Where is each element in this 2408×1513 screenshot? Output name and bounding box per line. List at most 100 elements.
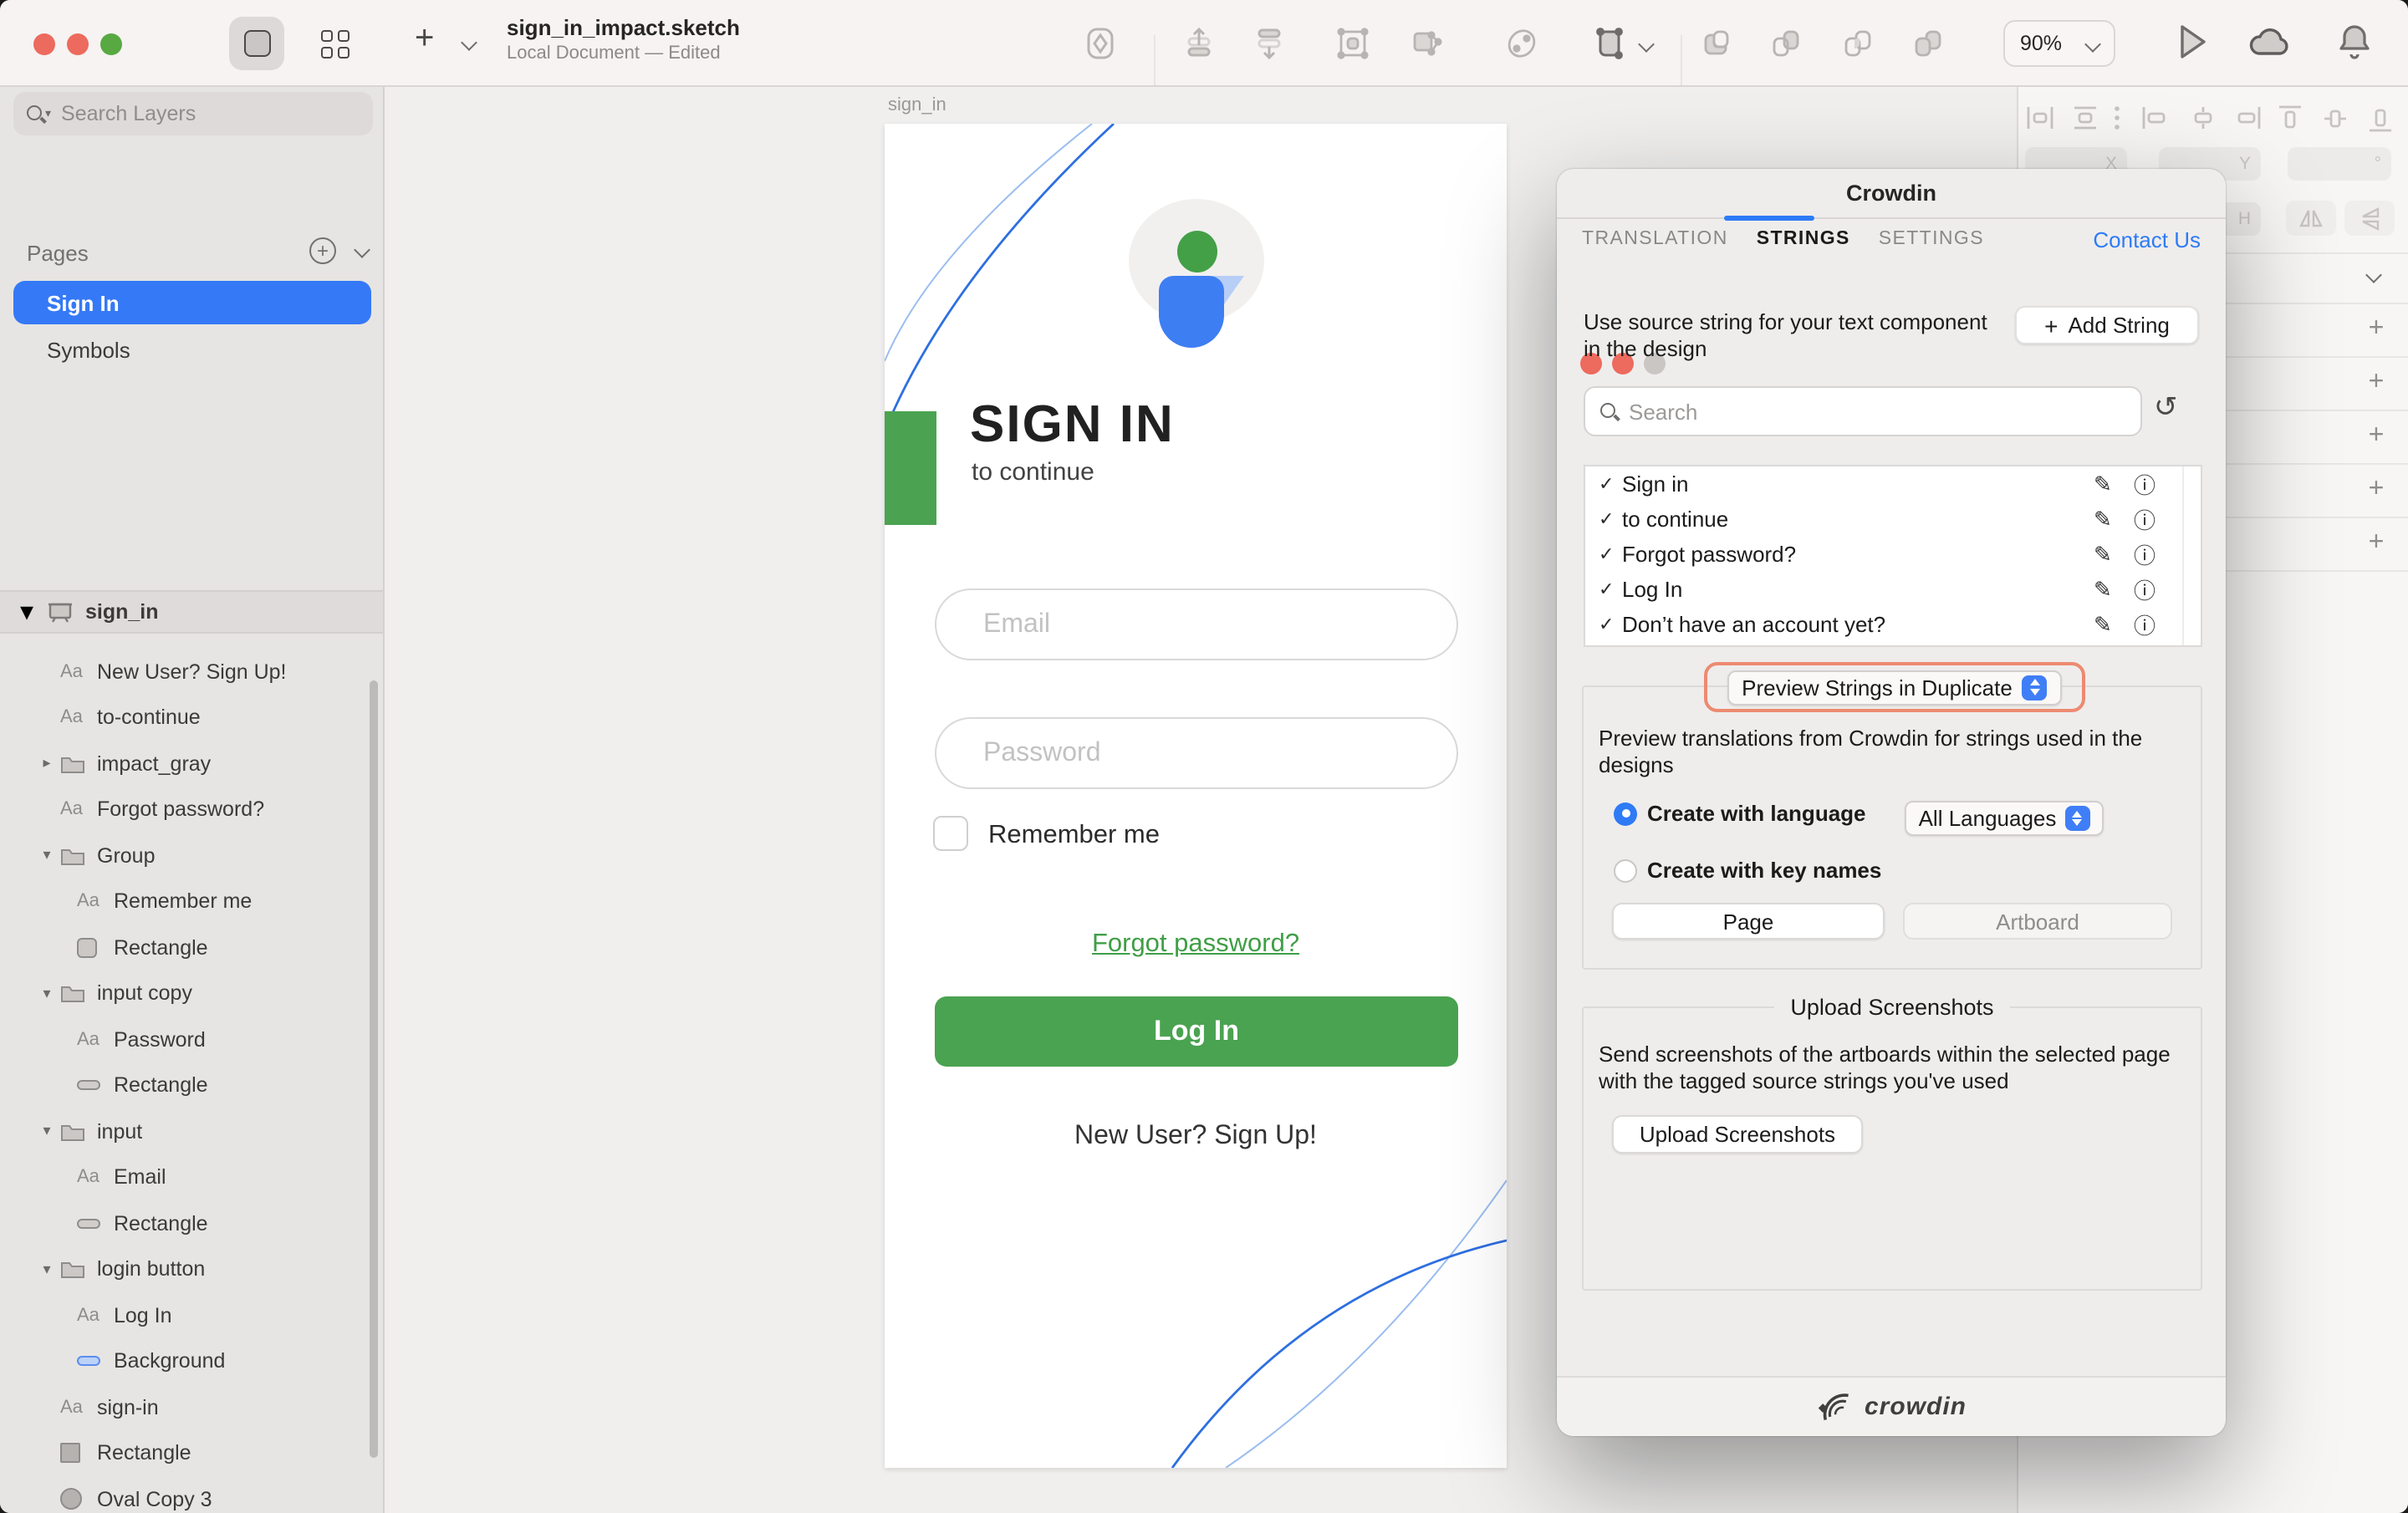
layer-row[interactable]: AaPassword — [0, 1016, 383, 1062]
chevron-down-icon[interactable]: ▾ — [33, 1123, 60, 1141]
add-page-icon[interactable]: + — [309, 237, 336, 264]
log-in-button[interactable]: Log In — [935, 996, 1458, 1067]
tab-settings[interactable]: SETTINGS — [1879, 229, 1984, 249]
artboard-title-label[interactable]: sign_in — [888, 95, 946, 115]
radio-unselected-icon[interactable] — [1614, 858, 1637, 882]
layer-row[interactable]: Aasign-in — [0, 1384, 383, 1430]
align-right-icon[interactable] — [2232, 105, 2261, 139]
chevron-down-icon[interactable]: ▾ — [20, 595, 40, 629]
layer-row[interactable]: ▾login button — [0, 1246, 383, 1292]
layer-row[interactable]: Rectangle — [0, 1200, 383, 1246]
chevron-right-icon[interactable]: ▸ — [33, 755, 60, 773]
chevron-down-icon[interactable]: ▾ — [33, 847, 60, 865]
minimize-window-icon[interactable] — [67, 33, 89, 55]
pages-collapse-chevron-icon[interactable] — [354, 242, 370, 258]
zoom-window-icon[interactable] — [100, 33, 122, 55]
search-input[interactable] — [61, 102, 329, 125]
components-view-toggle-button[interactable] — [308, 17, 363, 70]
upload-screenshots-button[interactable]: Upload Screenshots — [1612, 1115, 1863, 1154]
edit-string-icon[interactable]: ✎ — [2094, 541, 2112, 568]
create-with-key-names-option[interactable]: Create with key names — [1614, 858, 1881, 883]
preview-play-button[interactable] — [2174, 22, 2211, 70]
string-info-icon[interactable]: ⓘ — [2134, 468, 2155, 500]
layer-row[interactable]: AaLog In — [0, 1292, 383, 1338]
string-row[interactable]: ✓ Sign in ✎ ⓘ — [1585, 466, 2201, 502]
zoom-select[interactable]: 90% — [2003, 20, 2115, 67]
more-options-dots-icon[interactable] — [2114, 105, 2120, 139]
layer-row[interactable]: ▸impact_gray — [0, 741, 383, 787]
layer-search-field[interactable]: ▾ — [13, 92, 373, 135]
layer-row[interactable]: ▾Group — [0, 833, 383, 879]
move-forward-icon[interactable] — [1171, 17, 1227, 70]
string-row[interactable]: ✓ Log In ✎ ⓘ — [1585, 573, 2201, 608]
string-row[interactable]: ✓ to continue ✎ ⓘ — [1585, 502, 2201, 537]
contact-us-link[interactable]: Contact Us — [2093, 227, 2201, 252]
radio-selected-icon[interactable] — [1614, 802, 1637, 825]
align-bottom-icon[interactable] — [2368, 105, 2393, 140]
sign-up-text[interactable]: New User? Sign Up! — [885, 1122, 1507, 1152]
strings-search-input[interactable] — [1629, 399, 2097, 424]
create-with-language-option[interactable]: Create with language — [1614, 801, 1866, 826]
layer-row[interactable]: Oval Copy 3 — [0, 1476, 383, 1513]
sidebar-page-sign-in[interactable]: Sign In — [13, 281, 371, 324]
distribute-horizontally-icon[interactable] — [2027, 105, 2053, 139]
edit-shape-icon[interactable] — [1582, 17, 1639, 70]
edit-string-icon[interactable]: ✎ — [2094, 577, 2112, 604]
layer-row[interactable]: AaNew User? Sign Up! — [0, 649, 383, 695]
layer-row[interactable]: ▾input copy — [0, 970, 383, 1016]
group-icon[interactable] — [1324, 17, 1381, 70]
ungroup-icon[interactable] — [1398, 17, 1455, 70]
subtract-icon[interactable] — [1758, 17, 1814, 70]
layer-row[interactable]: Rectangle — [0, 1430, 383, 1476]
edit-string-icon[interactable]: ✎ — [2094, 471, 2112, 497]
tab-translation[interactable]: TRANSLATION — [1582, 229, 1728, 249]
layer-row[interactable]: Aato-continue — [0, 695, 383, 741]
symbol-diamond-icon[interactable] — [1072, 17, 1129, 70]
add-style-button[interactable]: + — [2363, 475, 2390, 505]
forgot-password-link[interactable]: Forgot password? — [885, 930, 1507, 960]
chevron-down-icon[interactable]: ▾ — [33, 985, 60, 1003]
align-left-icon[interactable] — [2142, 105, 2171, 139]
add-style-button[interactable]: + — [2363, 421, 2390, 451]
layer-row[interactable]: ▾input — [0, 1108, 383, 1154]
refresh-icon[interactable]: ↻ — [2154, 391, 2178, 425]
notifications-bell-button[interactable] — [2336, 22, 2373, 70]
move-backward-icon[interactable] — [1241, 17, 1298, 70]
page-button[interactable]: Page — [1612, 903, 1885, 940]
edit-shape-chevron-icon[interactable] — [1638, 36, 1655, 53]
remember-me-checkbox[interactable] — [933, 816, 968, 851]
union-icon[interactable] — [1687, 17, 1744, 70]
layer-row[interactable]: AaForgot password? — [0, 787, 383, 833]
layer-row[interactable]: AaRemember me — [0, 879, 383, 925]
email-field[interactable]: Email — [935, 588, 1458, 660]
preview-strings-dropdown[interactable]: Preview Strings in Duplicate — [1727, 670, 2062, 705]
difference-icon[interactable] — [1900, 17, 1956, 70]
sidebar-page-symbols[interactable]: Symbols — [13, 328, 371, 371]
edit-string-icon[interactable]: ✎ — [2094, 506, 2112, 532]
password-field[interactable]: Password — [935, 717, 1458, 789]
canvas-view-toggle-button[interactable] — [229, 17, 284, 70]
add-style-button[interactable]: + — [2363, 368, 2390, 398]
layer-row[interactable]: Background — [0, 1338, 383, 1384]
cloud-sync-button[interactable] — [2246, 27, 2296, 69]
strings-list-scrollbar[interactable] — [2182, 466, 2201, 645]
edit-string-icon[interactable]: ✎ — [2094, 612, 2112, 639]
sidebar-scrollbar[interactable] — [370, 680, 378, 1458]
string-row[interactable]: ✓ Don’t have an account yet? ✎ ⓘ — [1585, 608, 2201, 643]
distribute-vertically-icon[interactable] — [2072, 105, 2099, 139]
section-collapse-chevron-icon[interactable] — [2365, 267, 2382, 283]
add-style-button[interactable]: + — [2363, 314, 2390, 344]
insert-button[interactable]: + — [415, 20, 434, 59]
artboard-button[interactable]: Artboard — [1903, 903, 2172, 940]
layer-row[interactable]: Rectangle — [0, 925, 383, 970]
string-info-icon[interactable]: ⓘ — [2134, 503, 2155, 535]
align-top-icon[interactable] — [2278, 105, 2303, 140]
string-info-icon[interactable]: ⓘ — [2134, 538, 2155, 570]
add-string-button[interactable]: + Add String — [2015, 306, 2199, 344]
close-window-icon[interactable] — [33, 33, 55, 55]
insert-chevron-icon[interactable] — [461, 34, 477, 51]
layer-artboard-header[interactable]: ▾ sign_in — [0, 592, 383, 634]
string-info-icon[interactable]: ⓘ — [2134, 609, 2155, 641]
chevron-down-icon[interactable]: ▾ — [33, 1261, 60, 1279]
rotate-icon[interactable] — [1493, 17, 1550, 70]
